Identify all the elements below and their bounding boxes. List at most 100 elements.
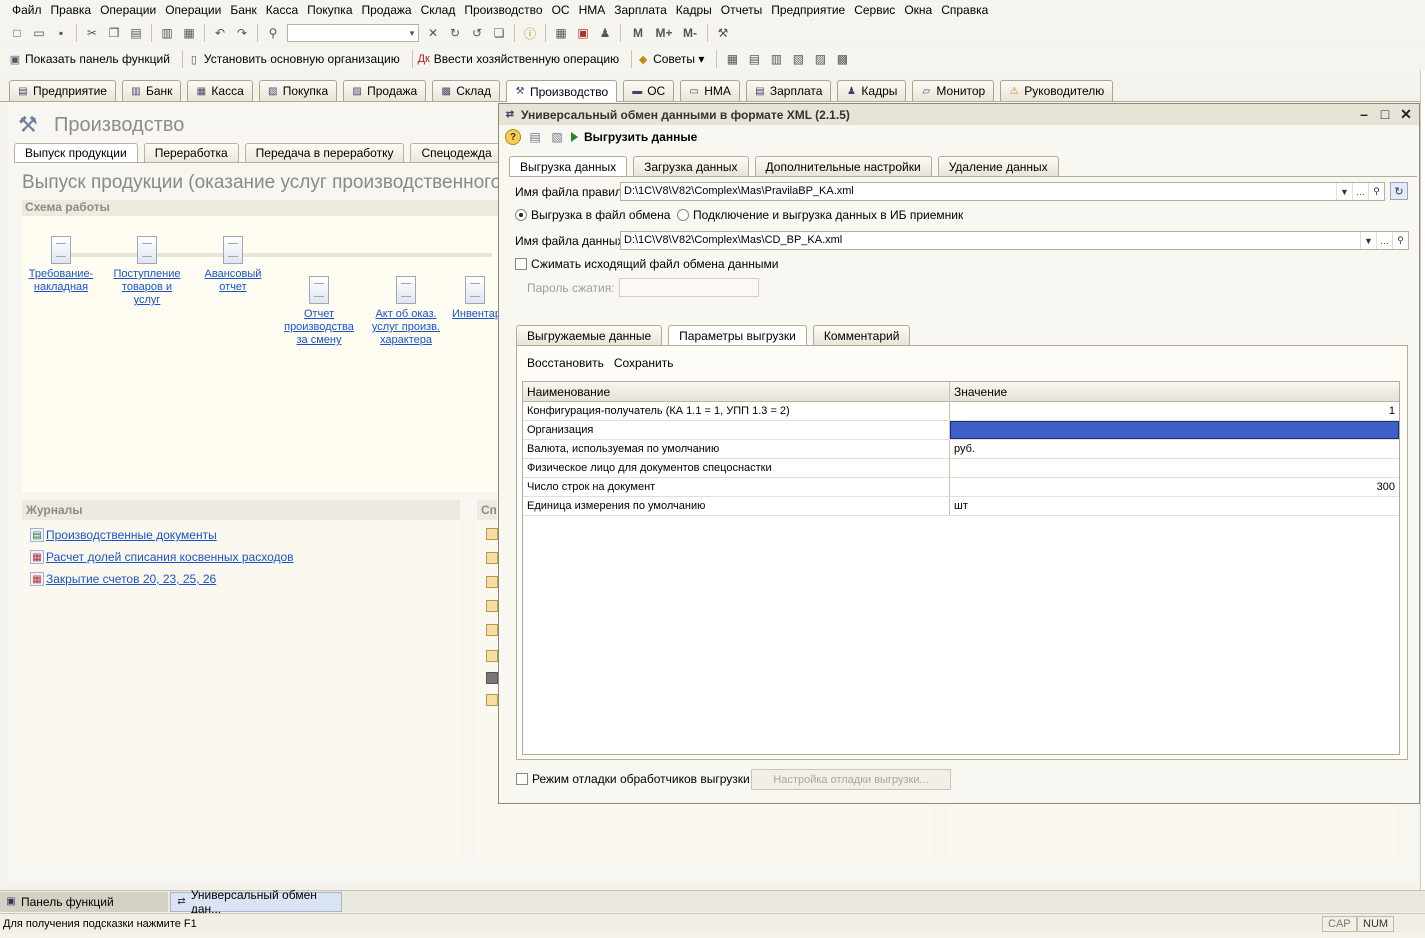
menu-salary[interactable]: Зарплата (614, 3, 667, 17)
reference-icon[interactable] (486, 552, 498, 564)
column-name-header[interactable]: Наименование (523, 382, 950, 401)
doc-inventory-wip[interactable]: Инвентаризация незавершенного производст… (452, 276, 498, 321)
menu-purchase[interactable]: Покупка (307, 3, 352, 17)
tab-intangibles[interactable]: ▭ НМА (680, 80, 740, 101)
menu-service[interactable]: Сервис (854, 3, 895, 17)
enter-operation-button[interactable]: Дк Ввести хозяйственную операцию (417, 52, 619, 66)
tab-production[interactable]: ⚒ Производство (505, 80, 618, 102)
show-panel-button[interactable]: ▣ Показать панель функций (8, 52, 170, 66)
menu-file[interactable]: Файл (12, 3, 42, 17)
ellipsis-icon[interactable]: … (1376, 232, 1392, 249)
maximize-icon[interactable]: □ (1376, 106, 1394, 122)
calculator-icon[interactable]: ▦ (553, 25, 569, 41)
menu-fixed-assets[interactable]: ОС (552, 3, 570, 17)
find-prev-icon[interactable]: ↺ (469, 25, 485, 41)
tab-purchase[interactable]: ▧ Покупка (258, 80, 338, 101)
search-icon[interactable]: ⚲ (1368, 183, 1384, 200)
tab-bank[interactable]: ▥ Банк (121, 80, 182, 101)
debug-settings-button[interactable]: Настройка отладки выгрузки... (751, 769, 951, 790)
menu-intangibles[interactable]: НМА (579, 3, 606, 17)
debug-mode-checkbox[interactable]: Режим отладки обработчиков выгрузки (516, 772, 750, 786)
tab-fixed-assets[interactable]: ▬ ОС (623, 80, 675, 101)
column-value-header[interactable]: Значение (950, 382, 1399, 401)
radio-export-file[interactable]: Выгрузка в файл обмена (515, 208, 670, 222)
dialog-titlebar[interactable]: ⇄ Универсальный обмен данными в формате … (499, 104, 1419, 125)
reference-icon[interactable] (486, 600, 498, 612)
tab-exported-data[interactable]: Выгружаемые данные (516, 325, 663, 345)
search-icon[interactable]: ⚲ (265, 25, 281, 41)
tab-salary[interactable]: ▤ Зарплата (745, 80, 832, 101)
journal-indirect-costs[interactable]: ▦ Расчет долей списания косвенных расходо… (30, 550, 460, 564)
row-value[interactable] (950, 421, 1399, 439)
doc-requisition[interactable]: Требование-накладная (26, 236, 96, 294)
doc-shift-report[interactable]: Отчет производства за смену (280, 276, 358, 347)
tab-additional-settings[interactable]: Дополнительные настройки (754, 156, 932, 176)
tab-enterprise[interactable]: ▤ Предприятие (9, 80, 116, 101)
copy-icon[interactable]: ❐ (106, 25, 122, 41)
tab-export[interactable]: Выгрузка данных (509, 156, 628, 177)
tab-export-parameters[interactable]: Параметры выгрузки (668, 325, 807, 346)
chevron-down-icon[interactable]: ▼ (1360, 232, 1376, 249)
users-icon[interactable]: ♟ (597, 25, 613, 41)
tab-hr[interactable]: ♟ Кадры (837, 80, 907, 101)
row-value[interactable] (950, 459, 1399, 477)
undo-icon[interactable]: ↶ (212, 25, 228, 41)
tab-delete-data[interactable]: Удаление данных (937, 156, 1059, 176)
search-icon[interactable]: ⚲ (1392, 232, 1408, 249)
menu-windows[interactable]: Окна (904, 3, 932, 17)
find-next-icon[interactable]: ↻ (447, 25, 463, 41)
parameters-table[interactable]: Наименование Значение Конфигурация-получ… (522, 381, 1400, 755)
save-button[interactable]: Сохранить (614, 356, 674, 370)
save-icon[interactable]: ▪ (53, 25, 69, 41)
print-preview-icon[interactable]: ▦ (181, 25, 197, 41)
ellipsis-icon[interactable]: … (1352, 183, 1368, 200)
reference-icon[interactable] (486, 624, 498, 636)
tab-output[interactable]: Выпуск продукции (14, 143, 138, 162)
close-icon[interactable]: ✕ (1397, 106, 1415, 122)
table-row[interactable]: Единица измерения по умолчанию шт (523, 497, 1399, 516)
menu-enterprise[interactable]: Предприятие (771, 3, 845, 17)
menu-cash[interactable]: Касса (266, 3, 298, 17)
tab-comment[interactable]: Комментарий (812, 325, 911, 345)
row-value[interactable]: 1 (950, 402, 1399, 420)
export-icon[interactable]: ▧ (790, 51, 806, 67)
report-icon[interactable]: ▥ (768, 51, 784, 67)
menu-sales[interactable]: Продажа (362, 3, 412, 17)
cut-icon[interactable]: ✂ (84, 25, 100, 41)
windows-icon[interactable]: ❏ (491, 25, 507, 41)
tab-cash[interactable]: ▦ Касса (187, 80, 253, 101)
print-icon[interactable]: ▥ (159, 25, 175, 41)
reference-icon[interactable] (486, 528, 498, 540)
menu-operations[interactable]: Операции (100, 3, 156, 17)
table-row[interactable]: Конфигурация-получатель (КА 1.1 = 1, УПП… (523, 402, 1399, 421)
tab-sales[interactable]: ▨ Продажа (343, 80, 427, 101)
set-org-button[interactable]: ▯ Установить основную организацию (187, 52, 400, 66)
row-value[interactable]: руб. (950, 440, 1399, 458)
doc-advance-report[interactable]: Авансовый отчет (200, 236, 266, 294)
reference-icon[interactable] (486, 694, 498, 706)
table-row[interactable]: Валюта, используемая по умолчанию руб. (523, 440, 1399, 459)
tab-monitor[interactable]: ▱ Монитор (912, 80, 995, 101)
journal-production-docs[interactable]: ▤ Производственные документы (30, 528, 460, 542)
tab-import[interactable]: Загрузка данных (633, 156, 749, 176)
menu-hr[interactable]: Кадры (676, 3, 712, 17)
tab-transfer-processing[interactable]: Передача в переработку (244, 143, 405, 162)
chevron-down-icon[interactable]: ▼ (406, 25, 418, 41)
tab-manager[interactable]: ⚠ Руководителю (1000, 80, 1114, 101)
journal-closing-accounts[interactable]: ▦ Закрытие счетов 20, 23, 25, 26 (30, 572, 460, 586)
list-icon[interactable]: ▩ (834, 51, 850, 67)
tab-warehouse[interactable]: ▩ Склад (432, 80, 500, 101)
compress-checkbox[interactable]: Сжимать исходящий файл обмена данными (515, 257, 778, 271)
tab-workwear[interactable]: Спецодежда (410, 143, 503, 162)
menu-warehouse[interactable]: Склад (421, 3, 456, 17)
open-icon[interactable]: ▤ (527, 129, 543, 145)
radio-export-ib[interactable]: Подключение и выгрузка данных в ИБ прием… (677, 208, 963, 222)
clear-search-icon[interactable]: ✕ (425, 25, 441, 41)
rules-file-input[interactable]: D:\1C\V8\V82\Complex\Mas\PravilaBP_KA.xm… (620, 182, 1385, 201)
memory-plus-button[interactable]: M+ (654, 25, 674, 41)
chevron-down-icon[interactable]: ▼ (1336, 183, 1352, 200)
redo-icon[interactable]: ↷ (234, 25, 250, 41)
menu-operations-2[interactable]: Операции (165, 3, 221, 17)
help-icon[interactable]: ? (505, 129, 521, 145)
new-document-icon[interactable]: □ (9, 25, 25, 41)
